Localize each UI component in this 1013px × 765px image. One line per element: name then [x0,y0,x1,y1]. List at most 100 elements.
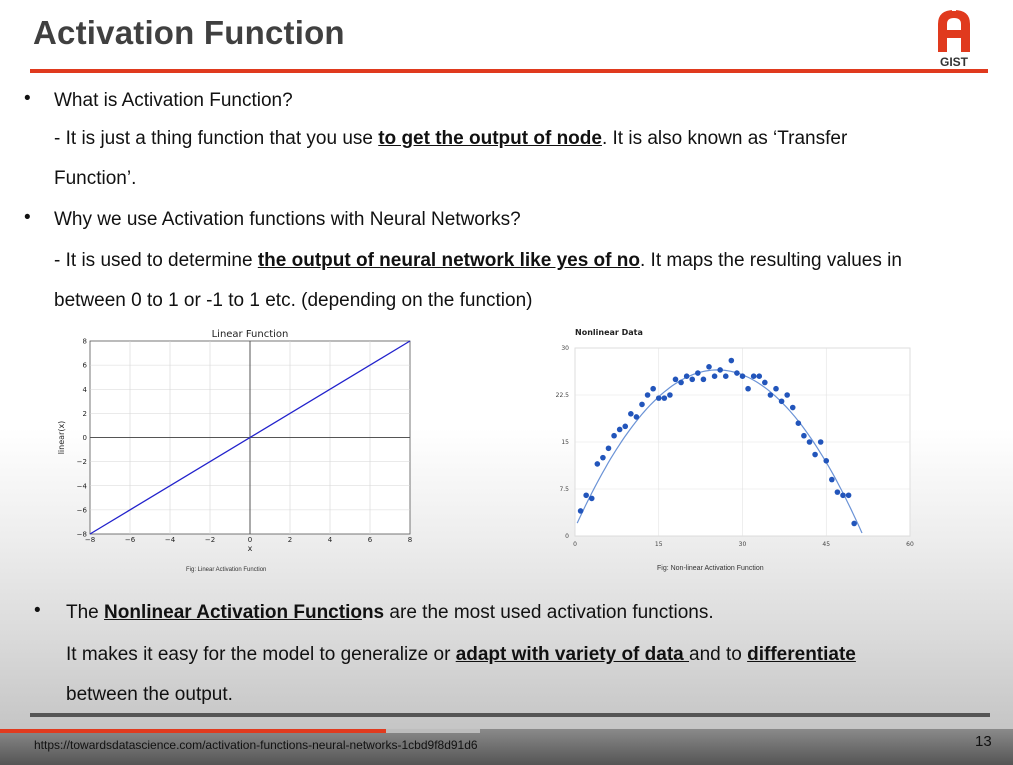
nonlinear-data-point [840,492,846,499]
footer-progress-fill [0,729,386,733]
nonlinear-data-point [600,454,606,461]
linear-y-tick-label: 2 [83,410,87,418]
nonlinear-data-point [650,385,656,392]
linear-y-tick-label: −2 [77,458,87,466]
nonlinear-data-point [851,520,857,527]
answer-1-line-2: Function’. [54,168,137,189]
footer-source-url[interactable]: https://towardsdatascience.com/activatio… [34,738,478,752]
linear-chart-title: Linear Function [212,329,289,340]
answer-1-emphasis: to get the output of node [378,128,602,149]
answer-2-emphasis: the output of neural network like yes of… [257,250,640,271]
nonlinear-data-point [667,392,673,398]
nonlinear-data-point [784,392,790,398]
nonlinear-data-point [711,373,718,379]
paragraph-3: The Nonlinear Activation Functions are t… [66,601,714,624]
nonlinear-data-point [611,432,617,439]
nonlinear-x-tick-label: 60 [906,541,914,548]
question-1: What is Activation Function? [54,90,293,111]
linear-y-tick-label: −6 [77,506,88,514]
nonlinear-x-tick-label: 15 [655,541,663,548]
nonlinear-y-tick-label: 22.5 [556,392,570,399]
nonlinear-data-point [706,364,712,370]
nonlinear-data-point [605,445,612,452]
nonlinear-data-point [616,426,623,433]
title-rule [30,69,988,73]
nonlinear-x-tick-label: 0 [573,541,577,548]
answer-2-line-2: between 0 to 1 or -1 to 1 etc. (dependin… [54,290,533,311]
linear-x-tick-label: 6 [368,536,373,544]
paragraph-3-emphasis-tail: ns [361,602,385,623]
nonlinear-data-point [628,411,634,417]
slide-title: Activation Function [33,14,345,51]
gist-logo: GIST [938,8,970,68]
nonlinear-x-tick-label: 30 [739,541,747,548]
nonlinear-data-point [683,373,690,379]
paragraph-3-prefix: The [66,602,105,623]
paragraph-4-emphasis-1: adapt with variety of data [455,644,690,665]
linear-y-axis-label: linear(x) [57,421,66,455]
nonlinear-data-point [722,373,729,379]
nonlinear-data-point [812,451,818,458]
answer-2-prefix: - It is used to determine [54,250,258,271]
paragraph-3-suffix: are the most used activation functions. [384,602,714,623]
linear-function-chart: −8 −6 −4 −2 0 2 4 6 8−8−6−4−202468Linear Functio… [57,329,412,553]
nonlinear-data-point [695,370,701,376]
linear-x-tick-label: 8 [408,536,412,544]
nonlinear-data-point [817,439,824,445]
nonlinear-data-point [734,370,740,376]
nonlinear-data-point [639,401,645,408]
linear-x-tick-label: −6 [125,536,136,544]
answer-1-suffix: . It is also known as ‘Transfer [601,128,848,149]
nonlinear-data-point [577,508,584,514]
linear-x-tick-label: 0 [248,536,252,544]
bullet: • [24,88,31,109]
linear-y-tick-label: −4 [77,482,88,490]
nonlinear-data-point [762,379,768,386]
nonlinear-chart-title: Nonlinear Data [575,328,643,337]
nonlinear-chart-caption: Fig: Non-linear Activation Function [657,565,764,572]
nonlinear-x-tick-label: 45 [822,541,830,548]
nonlinear-data-point [773,385,779,392]
logo-text: GIST [940,55,969,68]
nonlinear-y-tick-label: 15 [561,439,569,446]
nonlinear-data-point [789,404,796,411]
answer-2-line-1: - It is used to determine the output of … [54,249,902,272]
nonlinear-data-point [633,414,640,420]
nonlinear-data-point [594,461,601,467]
nonlinear-data-point [767,392,774,398]
paragraph-3-emphasis: Nonlinear Activation Functio [104,602,362,623]
nonlinear-data-point [750,373,757,379]
linear-y-tick-label: 6 [83,362,88,370]
bullet: • [34,600,41,621]
nonlinear-data-point [644,392,651,398]
linear-y-tick-label: −8 [77,531,87,539]
question-2: Why we use Activation functions with Neu… [54,209,521,230]
linear-x-tick-label: −4 [165,536,176,544]
nonlinear-data-point [728,357,735,364]
nonlinear-data-point [622,423,629,430]
paragraph-5: between the output. [66,684,233,705]
nonlinear-data-point [745,385,751,392]
nonlinear-data-point [778,398,785,405]
nonlinear-data-point [823,458,830,464]
nonlinear-data-point [588,495,595,502]
linear-chart-caption: Fig: Linear Activation Function [186,567,267,573]
nonlinear-data-point [717,367,723,373]
bottom-rule [30,713,990,717]
nonlinear-data-point [795,420,802,426]
linear-y-tick-label: 4 [83,386,88,394]
nonlinear-data-point [756,373,763,379]
paragraph-4-middle: and to [689,644,748,665]
paragraph-4: It makes it easy for the model to genera… [66,643,856,666]
linear-x-tick-label: −2 [205,536,215,544]
nonlinear-data-point [806,439,813,445]
answer-2-suffix: . It maps the resulting values in [639,250,902,271]
nonlinear-data-point [672,376,679,383]
nonlinear-data-point [678,379,684,386]
page-number: 13 [975,733,992,750]
nonlinear-y-tick-label: 7.5 [559,486,569,493]
paragraph-4-prefix: It makes it easy for the model to genera… [66,644,456,665]
nonlinear-data-point [845,492,852,499]
linear-y-tick-label: 0 [83,434,87,442]
linear-y-tick-label: 8 [83,338,87,346]
